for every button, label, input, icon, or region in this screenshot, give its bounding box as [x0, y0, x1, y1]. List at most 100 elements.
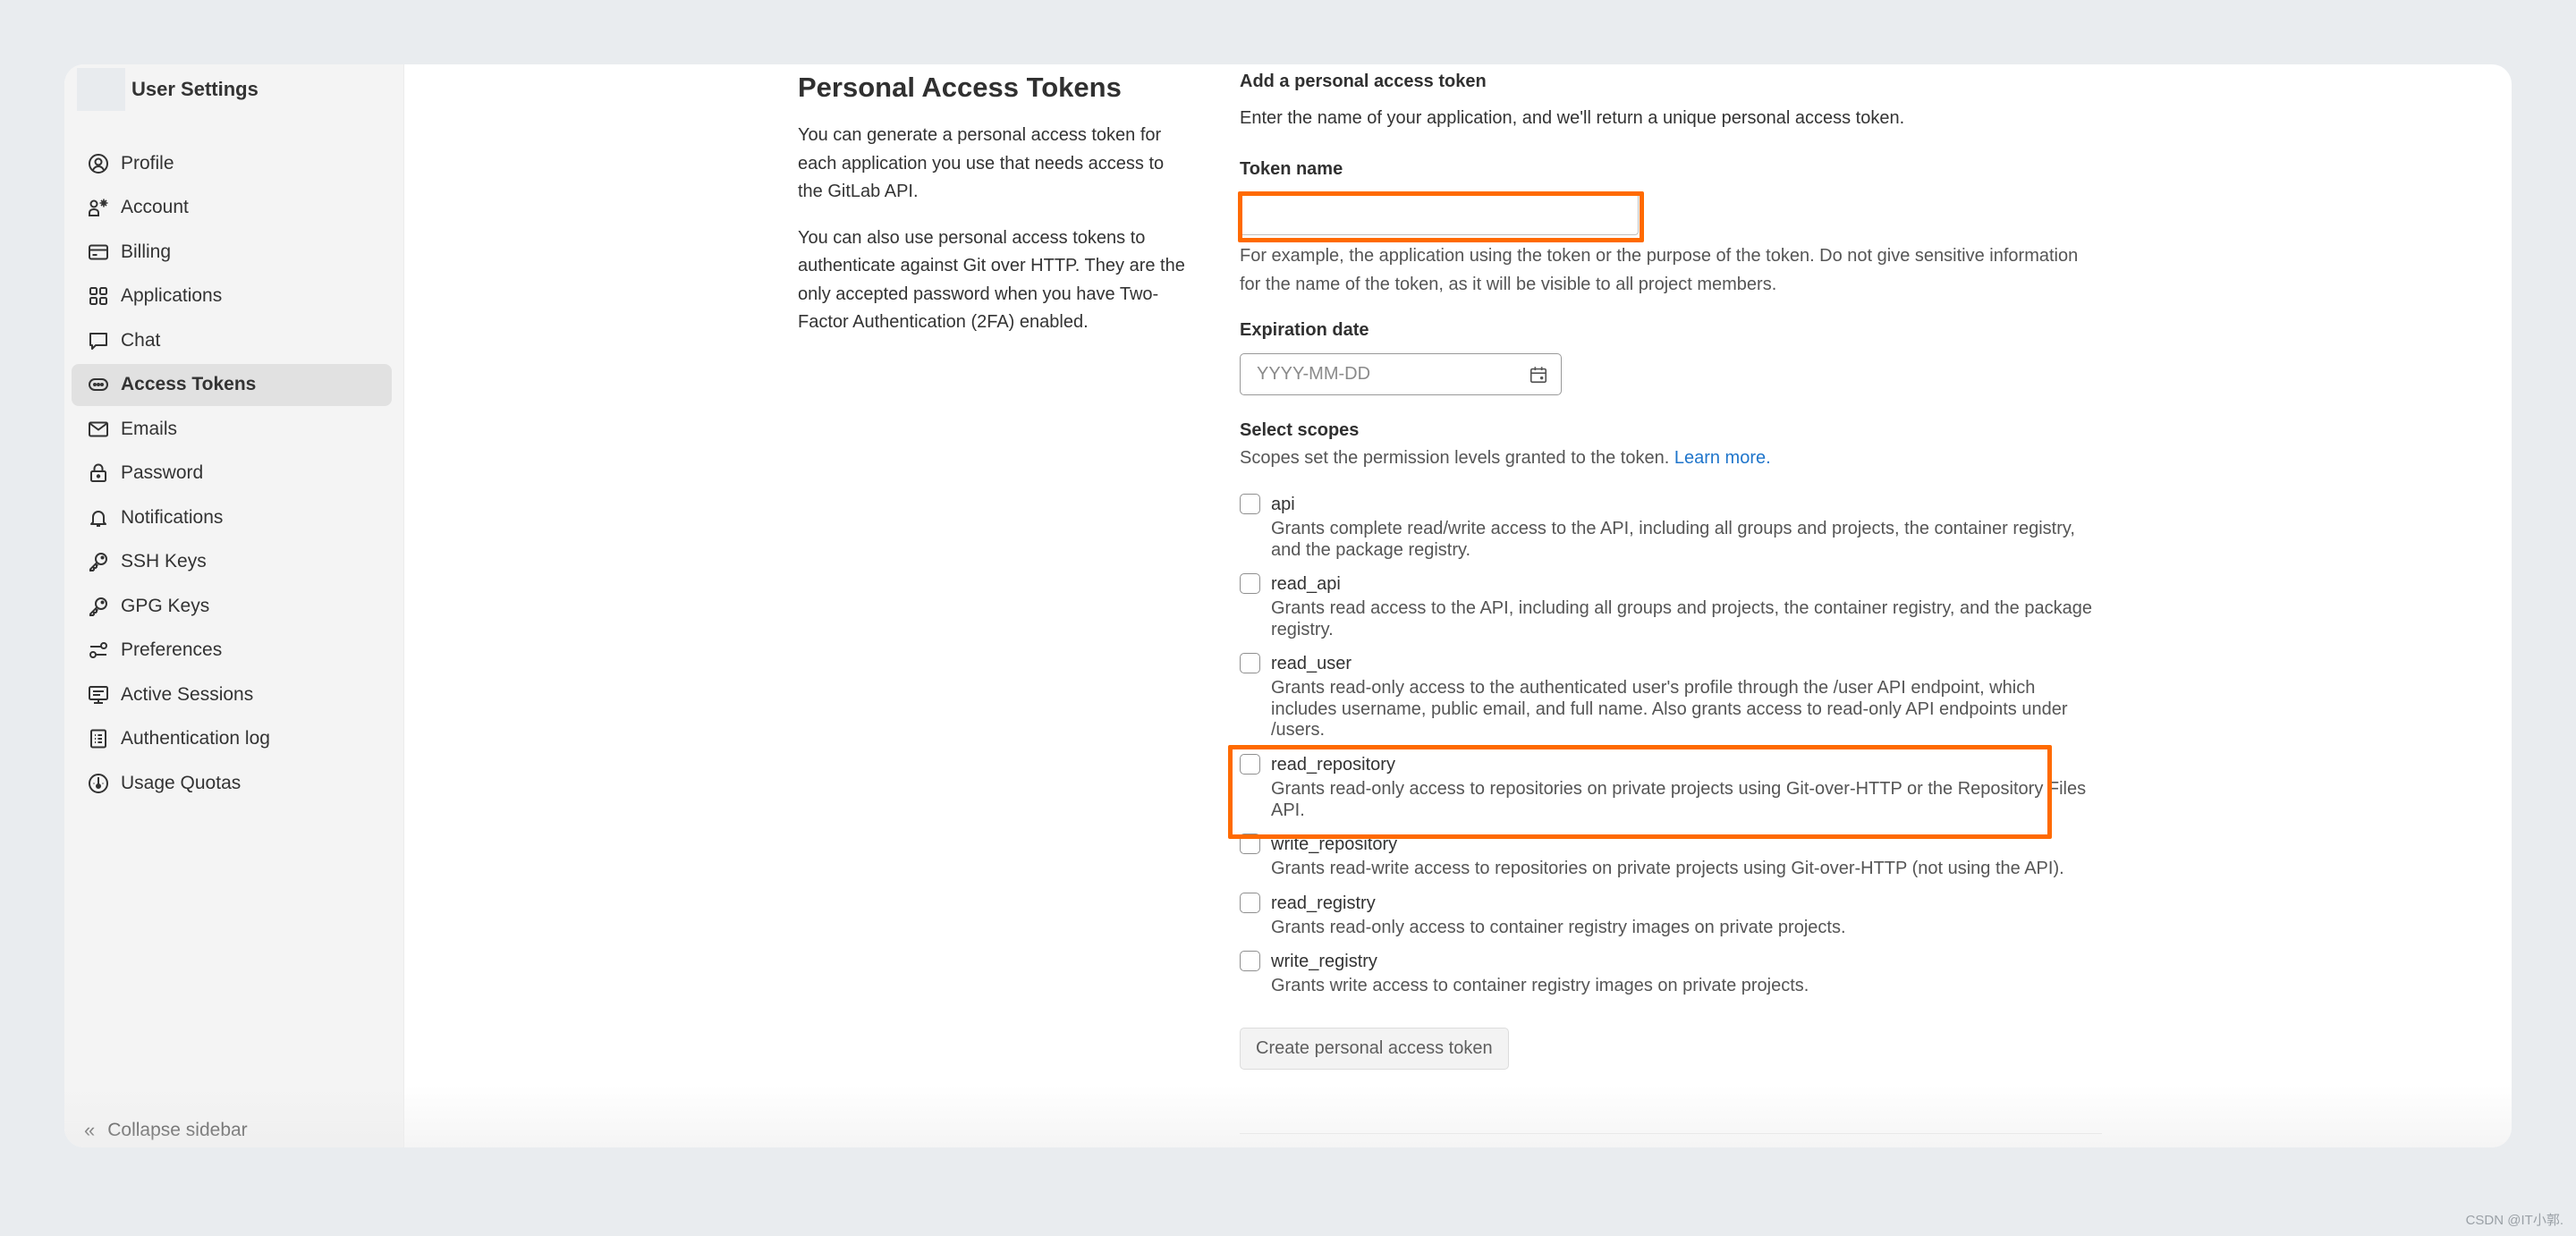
collapse-sidebar-label: Collapse sidebar: [107, 1120, 248, 1140]
scopes-description: Scopes set the permission levels granted…: [1240, 448, 2098, 469]
sidebar-item-active-sessions[interactable]: Active Sessions: [72, 673, 392, 715]
sidebar-item-label: Password: [121, 462, 204, 483]
scope-checkbox-read-repository[interactable]: [1240, 754, 1260, 775]
watermark: CSDN @IT小郭.: [2465, 1213, 2563, 1228]
form-divider: [1240, 1133, 2102, 1134]
applications-icon: [88, 285, 109, 307]
sidebar-item-label: Authentication log: [121, 728, 270, 749]
sidebar-item-label: SSH Keys: [121, 551, 207, 571]
sidebar-item-label: Profile: [121, 152, 174, 174]
collapse-sidebar-button[interactable]: « Collapse sidebar: [84, 1119, 248, 1142]
sidebar-item-profile[interactable]: Profile: [72, 142, 392, 184]
sidebar-header: User Settings: [77, 68, 258, 111]
sidebar-item-emails[interactable]: Emails: [72, 408, 392, 450]
intro-paragraph: You can also use personal access tokens …: [798, 227, 1185, 333]
avatar: [77, 68, 125, 111]
scope-write-repository: write_repository Grants read-write acces…: [1240, 832, 2098, 880]
scope-description: Grants read-only access to container reg…: [1271, 917, 1846, 937]
expiration-date-input[interactable]: [1241, 354, 1561, 394]
create-token-button[interactable]: Create personal access token: [1240, 1027, 1509, 1070]
sidebar-item-password[interactable]: Password: [72, 453, 392, 495]
sidebar-item-label: Access Tokens: [121, 374, 257, 394]
sidebar-item-notifications[interactable]: Notifications: [72, 496, 392, 538]
preferences-icon: [88, 639, 109, 661]
sidebar-item-label: Notifications: [121, 506, 224, 528]
sidebar-item-label: Account: [121, 197, 189, 217]
form-title: Add a personal access token: [1240, 72, 1487, 91]
scope-checkbox-read-user[interactable]: [1240, 653, 1260, 673]
sidebar-title: User Settings: [131, 78, 258, 100]
sidebar-item-label: Emails: [121, 418, 178, 439]
sidebar-item-label: Billing: [121, 241, 172, 262]
calendar-icon[interactable]: [1529, 365, 1548, 385]
chat-icon: [88, 330, 109, 351]
intro-section: Personal Access Tokens You can generate …: [798, 72, 1191, 355]
scope-name: read_repository: [1271, 755, 1395, 775]
scope-description: Grants read access to the API, including…: [1271, 598, 2092, 639]
form-description: Enter the name of your application, and …: [1240, 108, 1905, 128]
token-name-input[interactable]: [1240, 192, 1639, 235]
sidebar-item-chat[interactable]: Chat: [72, 319, 392, 361]
scope-description: Grants read-write access to repositories…: [1271, 859, 2064, 878]
scope-read-repository: read_repository Grants read-only access …: [1240, 752, 2098, 821]
settings-panel: User Settings Profile Account Billing Ap…: [64, 64, 2512, 1147]
scope-description: Grants read-only access to repositories …: [1271, 779, 2087, 820]
sidebar-item-applications[interactable]: Applications: [72, 275, 392, 317]
profile-icon: [88, 153, 109, 174]
access-tokens-icon: [88, 374, 109, 395]
scope-name: write_repository: [1271, 834, 1398, 854]
sidebar-item-billing[interactable]: Billing: [72, 231, 392, 273]
scopes-label: Select scopes: [1240, 420, 1360, 440]
scope-name: read_registry: [1271, 893, 1376, 913]
sidebar-item-label: Usage Quotas: [121, 772, 242, 793]
scope-name: read_api: [1271, 574, 1341, 594]
sidebar-item-label: Applications: [121, 285, 223, 306]
expiration-date-field[interactable]: [1240, 353, 1562, 395]
learn-more-link[interactable]: Learn more.: [1674, 448, 1771, 468]
log-icon: [88, 728, 109, 749]
scope-description: Grants complete read/write access to the…: [1271, 519, 2075, 560]
billing-icon: [88, 241, 109, 263]
scope-description: Grants read-only access to the authentic…: [1271, 678, 2068, 740]
scope-name: read_user: [1271, 654, 1352, 673]
sidebar-item-preferences[interactable]: Preferences: [72, 630, 392, 672]
scope-checkbox-read-registry[interactable]: [1240, 892, 1260, 913]
token-name-help: For example, the application using the t…: [1240, 246, 2079, 294]
scope-description: Grants write access to container registr…: [1271, 976, 1809, 995]
key-icon: [88, 551, 109, 572]
monitor-icon: [88, 684, 109, 706]
key-icon: [88, 596, 109, 617]
scope-checkbox-write-repository[interactable]: [1240, 834, 1260, 854]
scope-checkbox-read-api[interactable]: [1240, 573, 1260, 594]
scope-read-user: read_user Grants read-only access to the…: [1240, 651, 2098, 741]
scopes-description-text: Scopes set the permission levels granted…: [1240, 448, 1670, 468]
sidebar-item-ssh-keys[interactable]: SSH Keys: [72, 541, 392, 583]
intro-paragraph: You can generate a personal access token…: [798, 125, 1165, 201]
scope-name: write_registry: [1271, 952, 1377, 971]
sidebar-item-access-tokens[interactable]: Access Tokens: [72, 363, 392, 406]
scope-api: api Grants complete read/write access to…: [1240, 492, 2098, 561]
sidebar-item-account[interactable]: Account: [72, 187, 392, 229]
sidebar: User Settings Profile Account Billing Ap…: [64, 64, 404, 1147]
sidebar-item-gpg-keys[interactable]: GPG Keys: [72, 585, 392, 627]
sidebar-item-authentication-log[interactable]: Authentication log: [72, 718, 392, 760]
emails-icon: [88, 419, 109, 440]
scope-write-registry: write_registry Grants write access to co…: [1240, 949, 2098, 997]
sidebar-item-usage-quotas[interactable]: Usage Quotas: [72, 762, 392, 804]
sidebar-item-label: Active Sessions: [121, 683, 254, 705]
scope-checkbox-write-registry[interactable]: [1240, 951, 1260, 971]
token-form: Add a personal access token Enter the na…: [1240, 72, 2098, 1070]
scopes-list: api Grants complete read/write access to…: [1240, 492, 2098, 997]
page-title: Personal Access Tokens: [798, 72, 1122, 103]
gauge-icon: [88, 773, 109, 794]
scope-read-api: read_api Grants read access to the API, …: [1240, 571, 2098, 640]
scope-checkbox-api[interactable]: [1240, 494, 1260, 514]
sidebar-item-label: GPG Keys: [121, 595, 210, 616]
account-icon: [88, 197, 109, 218]
sidebar-item-label: Preferences: [121, 639, 223, 660]
bell-icon: [88, 507, 109, 529]
sidebar-item-label: Chat: [121, 329, 161, 351]
lock-icon: [88, 462, 109, 484]
scope-name: api: [1271, 495, 1295, 514]
scope-read-registry: read_registry Grants read-only access to…: [1240, 891, 2098, 939]
